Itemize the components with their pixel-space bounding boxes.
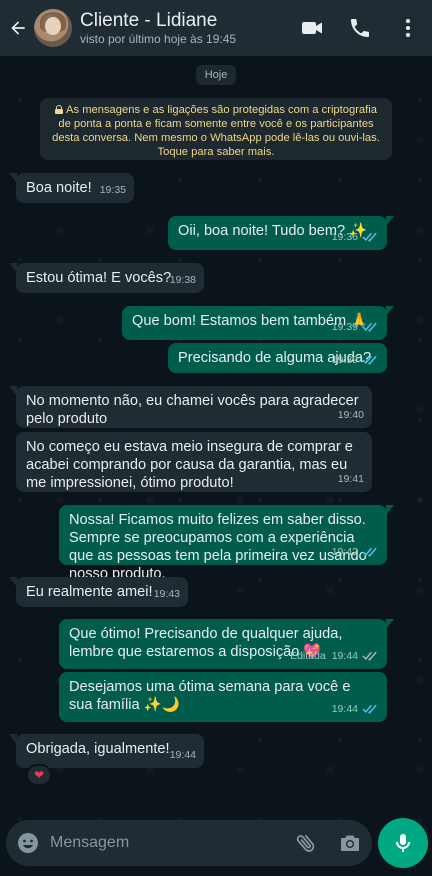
camera-button[interactable] bbox=[328, 820, 372, 866]
emoji-icon bbox=[18, 833, 38, 853]
reaction-heart[interactable]: ❤ bbox=[26, 764, 52, 786]
message-meta: 19:44 bbox=[170, 746, 196, 764]
message-text: Obrigada, igualmente! bbox=[26, 741, 170, 757]
message-incoming[interactable]: No começo eu estava meio insegura de com… bbox=[16, 432, 372, 492]
message-text: Eu realmente amei! bbox=[26, 584, 153, 600]
message-meta: 19:41 bbox=[338, 470, 364, 488]
video-call-button[interactable] bbox=[288, 0, 336, 56]
message-time: 19:41 bbox=[337, 473, 364, 485]
back-arrow-icon bbox=[11, 21, 25, 35]
message-time: 19:35 bbox=[99, 184, 126, 196]
message-input-bar: Mensagem bbox=[6, 820, 372, 866]
message-outgoing[interactable]: Nossa! Ficamos muito felizes em saber di… bbox=[59, 505, 394, 582]
message-outgoing[interactable]: Precisando de alguma ajuda? 19:39 bbox=[168, 343, 387, 373]
message-text: No começo eu estava meio insegura de com… bbox=[26, 439, 353, 491]
message-input[interactable]: Mensagem bbox=[50, 834, 284, 852]
attach-icon bbox=[296, 834, 315, 852]
voice-call-button[interactable] bbox=[336, 0, 384, 56]
lock-icon bbox=[55, 105, 64, 114]
message-text: Estou ótima! E vocês? bbox=[26, 270, 172, 286]
message-meta: 19:38 bbox=[170, 271, 196, 289]
message-time: 19:36 bbox=[331, 231, 358, 243]
encryption-notice-text: As mensagens e as ligações são protegida… bbox=[52, 104, 380, 158]
message-time: 19:44 bbox=[331, 703, 358, 715]
message-incoming[interactable]: No momento não, eu chamei vocês para agr… bbox=[9, 386, 372, 428]
double-check-icon bbox=[362, 547, 377, 557]
message-incoming[interactable]: Estou ótima! E vocês? 19:38 bbox=[9, 263, 204, 293]
avatar[interactable] bbox=[34, 9, 72, 47]
message-text: Desejamos uma ótima semana para você e s… bbox=[69, 679, 351, 713]
message-time: 19:40 bbox=[337, 409, 364, 421]
more-options-button[interactable] bbox=[384, 0, 432, 56]
message-time: 19:39 bbox=[331, 354, 358, 366]
back-button[interactable] bbox=[2, 0, 34, 56]
message-text: Boa noite! bbox=[26, 180, 92, 196]
message-time: 19:44 bbox=[331, 650, 358, 662]
message-meta: 19:42 bbox=[332, 543, 379, 561]
last-seen: visto por último hoje às 19:45 bbox=[80, 31, 237, 46]
double-check-icon bbox=[362, 355, 377, 365]
message-meta: Editada 19:44 bbox=[290, 647, 379, 665]
date-chip: Hoje bbox=[196, 65, 236, 85]
double-check-icon bbox=[362, 704, 377, 714]
message-meta: 19:35 bbox=[100, 181, 126, 199]
message-text: No momento não, eu chamei vocês para agr… bbox=[26, 393, 359, 427]
edited-label: Editada bbox=[290, 650, 326, 662]
message-time: 19:43 bbox=[153, 588, 180, 600]
phone-icon bbox=[351, 19, 369, 37]
message-outgoing[interactable]: Desejamos uma ótima semana para você e s… bbox=[59, 672, 387, 722]
double-check-icon bbox=[362, 232, 377, 242]
double-check-icon bbox=[362, 651, 377, 661]
chat-header: Cliente - Lidiane visto por último hoje … bbox=[0, 0, 432, 56]
more-vert-icon bbox=[406, 19, 410, 37]
video-call-icon bbox=[302, 22, 322, 34]
message-incoming[interactable]: Obrigada, igualmente! 19:44 bbox=[9, 734, 204, 768]
message-meta: 19:36 bbox=[332, 228, 379, 246]
message-time: 19:42 bbox=[331, 546, 358, 558]
message-outgoing[interactable]: Que bom! Estamos bem também 🙏 19:39 bbox=[122, 306, 394, 340]
message-outgoing[interactable]: Oii, boa noite! Tudo bem? ✨ 19:36 bbox=[168, 216, 394, 250]
message-meta: 19:39 bbox=[332, 351, 379, 369]
mic-button[interactable] bbox=[378, 818, 428, 868]
contact-name: Cliente - Lidiane bbox=[80, 9, 218, 31]
camera-icon bbox=[341, 835, 359, 851]
encryption-notice[interactable]: As mensagens e as ligações são protegida… bbox=[40, 98, 392, 160]
message-meta: 19:44 bbox=[332, 700, 379, 718]
double-check-icon bbox=[362, 322, 377, 332]
message-outgoing[interactable]: Que ótimo! Precisando de qualquer ajuda,… bbox=[59, 619, 394, 669]
contact-info[interactable]: Cliente - Lidiane visto por último hoje … bbox=[80, 10, 288, 47]
message-time: 19:44 bbox=[169, 749, 196, 761]
message-meta: 19:39 bbox=[332, 318, 379, 336]
message-incoming[interactable]: Boa noite! 19:35 bbox=[9, 173, 134, 203]
mic-icon bbox=[396, 834, 410, 852]
message-meta: 19:40 bbox=[338, 406, 364, 424]
emoji-button[interactable] bbox=[6, 820, 50, 866]
message-meta: 19:43 bbox=[154, 585, 180, 603]
message-time: 19:39 bbox=[331, 321, 358, 333]
attach-button[interactable] bbox=[284, 820, 328, 866]
message-time: 19:38 bbox=[169, 274, 196, 286]
message-incoming[interactable]: Eu realmente amei! 19:43 bbox=[9, 577, 188, 607]
